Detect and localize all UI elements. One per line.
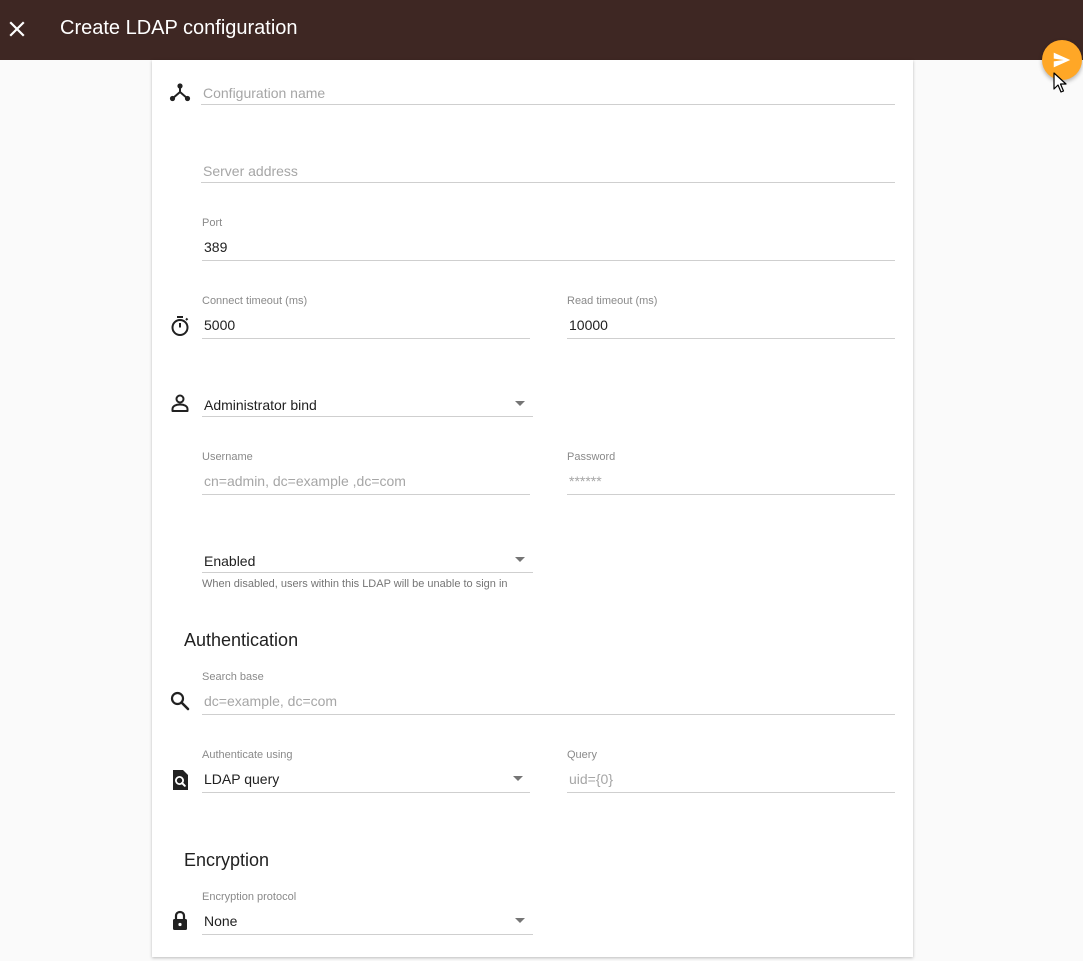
- close-button[interactable]: [4, 16, 30, 42]
- encryption-protocol-value[interactable]: None: [204, 912, 237, 930]
- underline: [201, 182, 895, 183]
- underline: [567, 338, 895, 339]
- chevron-down-icon[interactable]: [515, 918, 525, 923]
- query-input[interactable]: uid={0}: [569, 770, 613, 788]
- search-icon: [170, 691, 190, 711]
- read-timeout-field[interactable]: Read timeout (ms) 10000: [567, 295, 895, 339]
- connect-timeout-input[interactable]: 5000: [204, 316, 235, 334]
- close-icon: [9, 21, 25, 37]
- server-address-field[interactable]: Server address: [201, 160, 895, 184]
- underline: [567, 792, 895, 793]
- underline: [202, 260, 895, 261]
- connect-timeout-label: Connect timeout (ms): [202, 295, 308, 307]
- authenticate-using-label: Authenticate using: [202, 749, 293, 761]
- bind-type-value[interactable]: Administrator bind: [204, 396, 317, 414]
- underline: [201, 104, 895, 105]
- read-timeout-label: Read timeout (ms): [567, 295, 658, 307]
- app-bar: Create LDAP configuration: [0, 0, 1083, 60]
- bind-type-select[interactable]: Administrator bind: [202, 394, 533, 418]
- page-title: Create LDAP configuration: [60, 17, 298, 39]
- authenticate-using-value[interactable]: LDAP query: [204, 770, 279, 788]
- mouse-cursor-icon: [1053, 72, 1067, 93]
- send-icon: [1053, 52, 1071, 68]
- chevron-down-icon[interactable]: [513, 776, 523, 781]
- form-card: Configuration name Server address Port 3…: [152, 60, 913, 957]
- lock-icon: [173, 910, 187, 930]
- query-label: Query: [567, 749, 597, 761]
- underline: [202, 338, 530, 339]
- underline: [202, 792, 530, 793]
- chevron-down-icon[interactable]: [515, 557, 525, 562]
- status-hint: When disabled, users within this LDAP wi…: [202, 578, 508, 590]
- underline: [202, 572, 533, 573]
- underline: [202, 934, 533, 935]
- query-field[interactable]: Query uid={0}: [567, 749, 895, 793]
- search-base-label: Search base: [202, 671, 264, 683]
- password-input[interactable]: ******: [569, 472, 602, 490]
- underline: [202, 714, 895, 715]
- username-field[interactable]: Username cn=admin, dc=example ,dc=com: [202, 451, 530, 495]
- password-label: Password: [567, 451, 616, 463]
- server-address-input[interactable]: Server address: [203, 162, 298, 180]
- chevron-down-icon[interactable]: [515, 401, 525, 406]
- underline: [567, 494, 895, 495]
- encryption-protocol-label: Encryption protocol: [202, 891, 297, 903]
- authentication-heading: Authentication: [184, 630, 299, 650]
- search-base-field[interactable]: Search base dc=example, dc=com: [202, 671, 895, 715]
- status-value[interactable]: Enabled: [204, 552, 255, 570]
- underline: [202, 494, 530, 495]
- connect-timeout-field[interactable]: Connect timeout (ms) 5000: [202, 295, 530, 339]
- configuration-name-input[interactable]: Configuration name: [203, 84, 325, 102]
- username-input[interactable]: cn=admin, dc=example ,dc=com: [204, 472, 406, 490]
- read-timeout-input[interactable]: 10000: [569, 316, 608, 334]
- configuration-name-field[interactable]: Configuration name: [201, 82, 895, 106]
- status-select[interactable]: Enabled: [202, 550, 533, 574]
- timer-icon: [171, 316, 189, 336]
- encryption-protocol-select[interactable]: Encryption protocol None: [202, 891, 533, 935]
- port-field[interactable]: Port 389: [202, 217, 895, 261]
- network-node-icon: [169, 83, 191, 102]
- find-in-page-icon: [173, 770, 188, 790]
- authenticate-using-select[interactable]: Authenticate using LDAP query: [202, 749, 530, 793]
- encryption-heading: Encryption: [184, 850, 270, 870]
- port-label: Port: [202, 217, 223, 229]
- password-field[interactable]: Password ******: [567, 451, 895, 495]
- person-icon: [171, 394, 189, 412]
- username-label: Username: [202, 451, 253, 463]
- underline: [202, 416, 533, 417]
- port-input[interactable]: 389: [204, 238, 227, 256]
- search-base-input[interactable]: dc=example, dc=com: [204, 692, 337, 710]
